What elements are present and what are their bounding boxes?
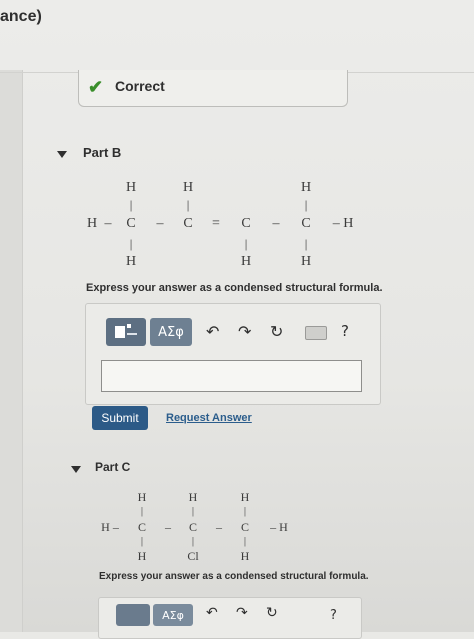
atom-h: H <box>300 254 312 269</box>
reset-icon[interactable]: ↻ <box>270 322 283 341</box>
bond-vertical: | <box>186 197 190 212</box>
keyboard-icon[interactable] <box>305 326 327 340</box>
template-icon <box>115 324 137 338</box>
undo-icon[interactable]: ↶ <box>206 322 219 341</box>
atom-h: H <box>137 549 147 563</box>
atom-c: C <box>188 520 198 534</box>
part-c-title[interactable]: Part C <box>95 460 130 474</box>
atom-h: H <box>240 549 250 563</box>
bond-vertical: | <box>243 505 247 517</box>
collapse-triangle-icon[interactable] <box>57 151 67 158</box>
request-answer-link[interactable]: Request Answer <box>166 412 252 424</box>
bond-vertical: | <box>191 535 195 547</box>
bond-double: = <box>212 216 220 231</box>
part-b-title[interactable]: Part B <box>83 145 121 160</box>
check-icon: ✔ <box>88 77 104 97</box>
reset-icon[interactable]: ↻ <box>266 605 278 621</box>
atom-h: H <box>86 216 98 231</box>
atom-h: H <box>182 180 194 195</box>
atom-c: C <box>240 520 250 534</box>
correct-label: Correct <box>115 78 165 94</box>
atom-h: H <box>240 254 252 269</box>
bond-single: – <box>165 520 171 534</box>
atom-c: C <box>137 520 147 534</box>
templates-button[interactable] <box>116 604 150 626</box>
bond-single: – <box>104 216 112 231</box>
templates-button[interactable] <box>106 318 146 346</box>
atom-h: H <box>188 490 198 504</box>
question-prompt: Express your answer as a condensed struc… <box>99 571 369 582</box>
answer-input[interactable] <box>101 360 362 392</box>
atom-c: C <box>183 216 193 231</box>
atom-c: C <box>241 216 251 231</box>
atom-c: C <box>301 216 311 231</box>
atom-c: C <box>126 216 136 231</box>
help-icon[interactable]: ? <box>330 608 337 623</box>
bond-single: – <box>272 216 280 231</box>
undo-icon[interactable]: ↶ <box>206 605 218 621</box>
atom-h: – H <box>332 216 354 231</box>
atom-cl: Cl <box>187 549 199 563</box>
bond-vertical: | <box>191 505 195 517</box>
atom-h: H <box>300 180 312 195</box>
collapse-triangle-icon[interactable] <box>71 466 81 473</box>
bond-vertical: | <box>140 505 144 517</box>
symbols-button[interactable]: ΑΣφ <box>150 318 192 346</box>
bond-vertical: | <box>129 236 133 251</box>
bond-vertical: | <box>243 535 247 547</box>
atom-h: – H <box>270 520 288 534</box>
help-icon[interactable]: ? <box>341 322 349 340</box>
bond-vertical: | <box>140 535 144 547</box>
atom-h: H <box>125 180 137 195</box>
symbols-button[interactable]: ΑΣφ <box>153 604 193 626</box>
atom-h: H – <box>101 520 119 534</box>
bond-vertical: | <box>129 197 133 212</box>
left-rail <box>0 70 23 632</box>
redo-icon[interactable]: ↷ <box>236 605 248 621</box>
bond-single: – <box>216 520 222 534</box>
atom-h: H <box>240 490 250 504</box>
bond-vertical: | <box>304 236 308 251</box>
redo-icon[interactable]: ↷ <box>238 322 251 341</box>
atom-h: H <box>125 254 137 269</box>
bond-vertical: | <box>244 236 248 251</box>
bond-vertical: | <box>304 197 308 212</box>
question-prompt: Express your answer as a condensed struc… <box>86 282 383 294</box>
bond-single: – <box>156 216 164 231</box>
atom-h: H <box>137 490 147 504</box>
header-fragment: ance) <box>0 8 42 25</box>
submit-button[interactable]: Submit <box>92 406 148 430</box>
